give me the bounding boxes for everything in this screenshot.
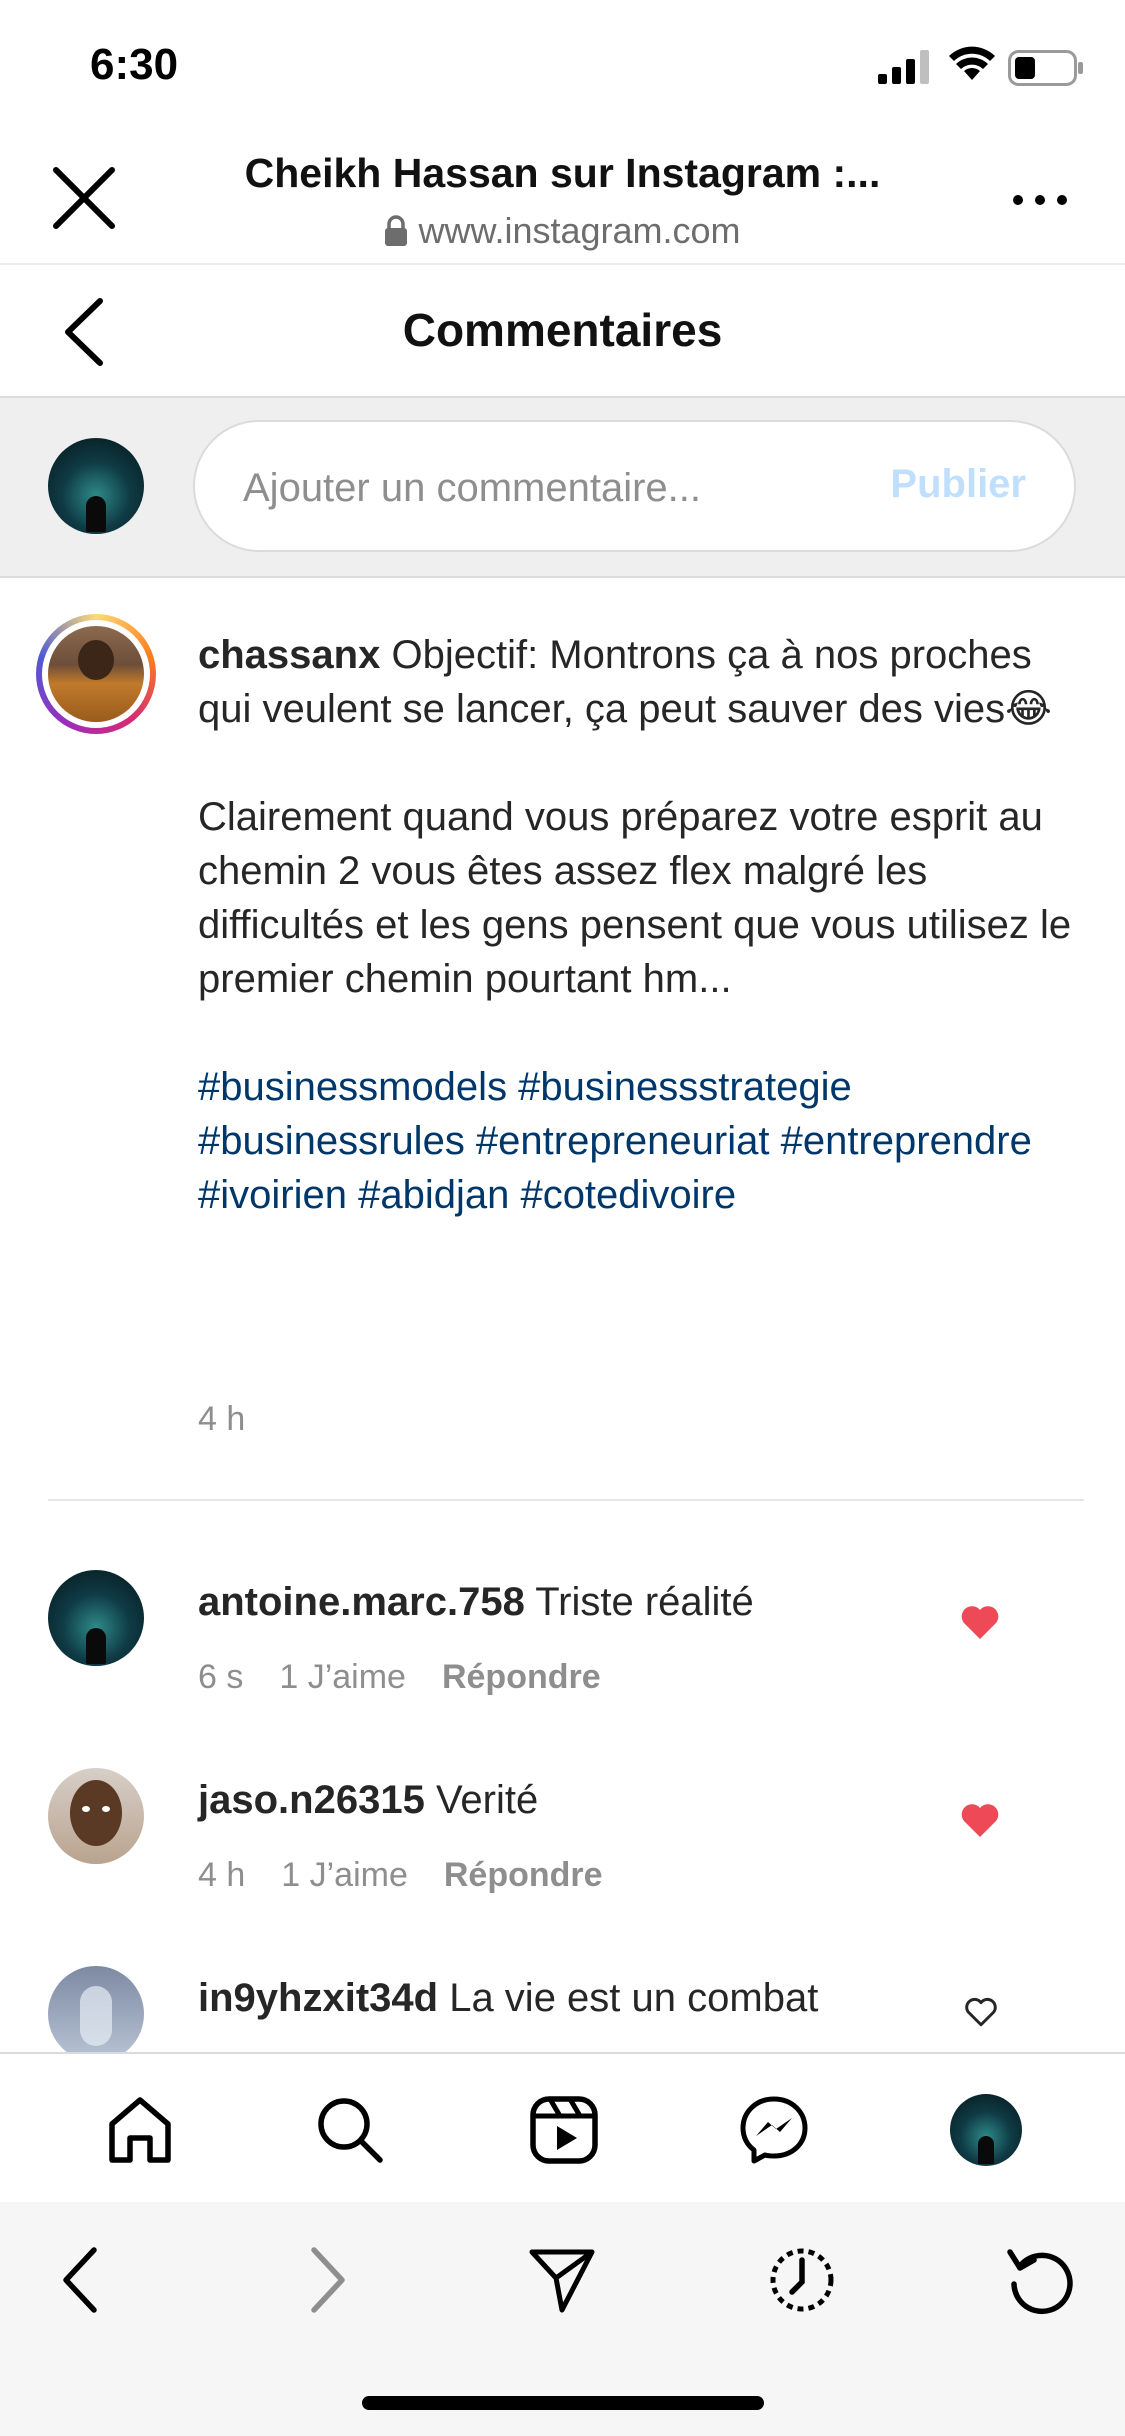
home-indicator xyxy=(362,2396,764,2410)
forward-arrow-icon[interactable] xyxy=(288,2244,360,2316)
status-bar: 6:30 xyxy=(0,0,1125,130)
comment-username[interactable]: in9yhzxit34d xyxy=(198,1976,438,2020)
page-title: Commentaires xyxy=(402,304,723,356)
comment-username[interactable]: jaso.n26315 xyxy=(198,1778,425,1822)
heart-outline-icon[interactable] xyxy=(964,1996,998,2028)
comment-row: jaso.n26315 Verité 4 h 1 J’aime Répondre xyxy=(0,1768,1125,1948)
search-icon[interactable] xyxy=(314,2094,386,2166)
status-time: 6:30 xyxy=(90,40,179,89)
instagram-bottom-nav xyxy=(0,2052,1125,2202)
lock-icon xyxy=(385,215,408,246)
battery-icon xyxy=(1008,50,1083,86)
browser-header: Cheikh Hassan sur Instagram :... www.ins… xyxy=(0,130,1125,265)
divider xyxy=(48,1499,1084,1501)
browser-page-title: Cheikh Hassan sur Instagram :... xyxy=(244,150,881,196)
cellular-signal-icon xyxy=(878,50,929,84)
comments-header: Commentaires xyxy=(0,265,1125,398)
comment-avatar[interactable] xyxy=(48,1966,144,2052)
comment-avatar[interactable] xyxy=(48,1768,144,1864)
caption-hashtags[interactable]: #businessmodels #businessstrategie #busi… xyxy=(198,1060,1078,1222)
comment-row: antoine.marc.758 Triste réalité 6 s 1 J’… xyxy=(0,1570,1125,1750)
current-user-avatar xyxy=(48,438,144,534)
comment-input[interactable] xyxy=(243,458,803,518)
comment-text: Verité xyxy=(435,1778,539,1822)
comment-time: 4 h xyxy=(198,1856,246,1894)
heart-filled-icon[interactable] xyxy=(960,1802,1000,1838)
back-arrow-icon[interactable] xyxy=(48,2244,120,2316)
messenger-icon[interactable] xyxy=(738,2094,810,2166)
comment-username[interactable]: antoine.marc.758 xyxy=(198,1580,525,1624)
profile-avatar[interactable] xyxy=(950,2094,1022,2166)
add-comment-bar: Publier xyxy=(0,398,1125,578)
caption-text-2: Clairement quand vous préparez votre esp… xyxy=(198,795,1072,1001)
comment-likes[interactable]: 1 J’aime xyxy=(279,1658,406,1697)
reels-icon[interactable] xyxy=(528,2094,600,2166)
caption-body: chassanx Objectif: Montrons ça à nos pro… xyxy=(198,628,1078,1222)
reply-button[interactable]: Répondre xyxy=(442,1658,601,1697)
reload-icon[interactable] xyxy=(1004,2244,1076,2316)
share-send-icon[interactable] xyxy=(526,2244,598,2316)
comment-likes[interactable]: 1 J’aime xyxy=(281,1856,408,1895)
reply-button[interactable]: Répondre xyxy=(444,1856,603,1895)
history-icon[interactable] xyxy=(766,2244,838,2316)
comment-avatar[interactable] xyxy=(48,1570,144,1666)
publish-button[interactable]: Publier xyxy=(890,462,1026,507)
browser-url-text: www.instagram.com xyxy=(418,210,741,251)
comment-text: La vie est un combat xyxy=(449,1976,819,2020)
author-avatar-story-ring[interactable] xyxy=(36,614,156,734)
more-options-icon[interactable] xyxy=(1010,190,1070,210)
wifi-icon xyxy=(949,46,995,80)
heart-filled-icon[interactable] xyxy=(960,1604,1000,1640)
comment-row: in9yhzxit34d La vie est un combat xyxy=(0,1966,1125,2052)
close-icon[interactable] xyxy=(52,166,116,230)
caption-timestamp: 4 h xyxy=(198,1400,246,1438)
comment-text: Triste réalité xyxy=(535,1580,754,1624)
comment-time: 6 s xyxy=(198,1658,244,1696)
home-icon[interactable] xyxy=(104,2094,176,2166)
browser-url[interactable]: www.instagram.com xyxy=(180,210,945,252)
comment-field-container: Publier xyxy=(193,420,1076,552)
caption-username[interactable]: chassanx xyxy=(198,633,380,677)
author-avatar xyxy=(48,626,144,722)
